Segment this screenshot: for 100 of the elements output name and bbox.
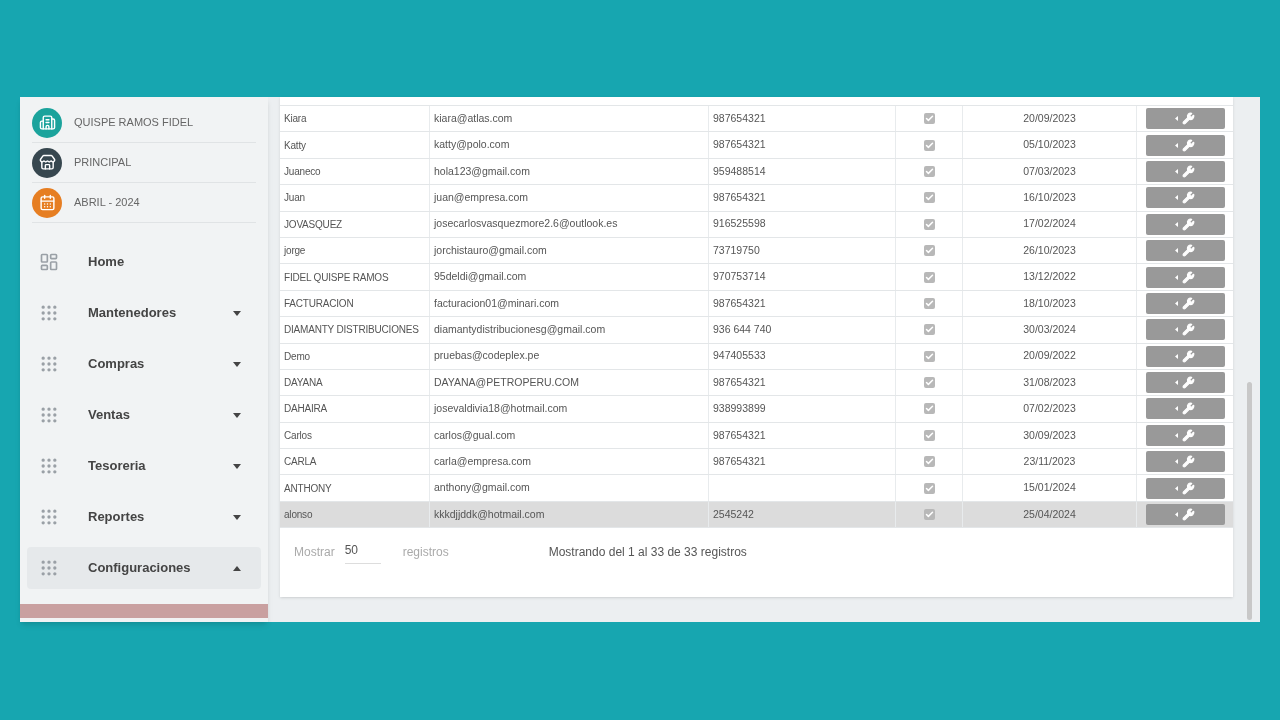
- table-cell: kkkdjjddk@hotmail.com: [430, 501, 709, 528]
- table-cell-text: 30/03/2024: [1023, 321, 1076, 337]
- table-row[interactable]: Juaneco hola123@gmail.com 959488514 07/03/2023: [280, 158, 1233, 186]
- header-label: PRINCIPAL: [74, 155, 132, 171]
- options-button[interactable]: [1145, 292, 1225, 314]
- table-cell-text: 916525598: [713, 216, 766, 232]
- table-row[interactable]: Kiara kiara@atlas.com 987654321 20/09/2023: [280, 106, 1233, 133]
- table-cell: Juaneco: [280, 158, 430, 185]
- options-button[interactable]: [1145, 240, 1225, 262]
- caret-up-icon: [233, 565, 241, 571]
- grid-icon: [39, 303, 59, 323]
- table-cell: katty@polo.com: [430, 132, 709, 158]
- table-cell: CARLA: [280, 449, 430, 475]
- table-cell-text: 987654321: [713, 453, 766, 469]
- table-row[interactable]: FACTURACION facturacion01@minari.com 987654321 18/10/2023: [280, 290, 1233, 318]
- scrollbar[interactable]: [1247, 382, 1252, 620]
- grid-icon: [39, 456, 59, 476]
- options-button[interactable]: [1145, 398, 1225, 420]
- options-button[interactable]: [1145, 187, 1225, 209]
- table-cell: 970753714: [713, 269, 766, 285]
- sidebar-item[interactable]: Compras: [27, 343, 261, 385]
- grid-icon: [39, 558, 59, 578]
- wrench-icon: [1182, 191, 1195, 205]
- table-row[interactable]: DIAMANTY DISTRIBUCIONES diamantydistribucionesg@gmail.com 936 644 740 30/03/2024: [280, 317, 1233, 344]
- table-cell-text: 30/09/2023: [1023, 427, 1076, 443]
- table-row[interactable]: Carlos carlos@gual.com 987654321 30/09/2023: [280, 422, 1233, 450]
- menu-label: Configuraciones: [88, 559, 192, 578]
- menu-label: Compras: [88, 355, 146, 374]
- sidebar-item[interactable]: Configuraciones: [27, 547, 261, 589]
- table-row[interactable]: DAYANA DAYANA@PETROPERU.COM 987654321 31/08/2023: [280, 369, 1233, 397]
- sidebar-item[interactable]: Home: [27, 241, 261, 283]
- table-row[interactable]: FIDEL QUISPE RAMOS 95deldi@gmail.com 970753714 13/12/2022: [280, 264, 1233, 291]
- table-cell: FACTURACION: [280, 290, 430, 317]
- header-label: ABRIL - 2024: [74, 195, 140, 211]
- sidebar-item[interactable]: Reportes: [27, 496, 261, 538]
- wrench-icon: [1182, 164, 1195, 178]
- table-cell: facturacion01@minari.com: [430, 290, 709, 317]
- options-button[interactable]: [1145, 213, 1225, 235]
- caret-down-icon: [233, 514, 241, 520]
- table-row[interactable]: alonso kkkdjjddk@hotmail.com 2545242 25/04/2024: [280, 501, 1233, 529]
- grid-icon: [39, 354, 59, 374]
- wrench-icon: [1182, 112, 1195, 126]
- options-button[interactable]: [1145, 477, 1225, 499]
- sidebar-item[interactable]: Mantenedores: [27, 292, 261, 334]
- table-row[interactable]: ANTHONY anthony@gmail.com 15/01/2024: [280, 475, 1233, 502]
- options-button[interactable]: [1145, 108, 1225, 130]
- table-cell: carla@empresa.com: [430, 449, 709, 475]
- options-button[interactable]: [1145, 319, 1225, 341]
- table-row[interactable]: Demo pruebas@codeplex.pe 947405533 20/09/2022: [280, 343, 1233, 370]
- caret-left-icon: [1175, 300, 1178, 306]
- table-row[interactable]: DAHAIRA josevaldivia18@hotmail.com 938993899 07/02/2023: [280, 396, 1233, 423]
- options-button[interactable]: [1145, 266, 1225, 288]
- options-button[interactable]: [1145, 160, 1225, 182]
- table-cell: Kiara: [280, 106, 430, 132]
- caret-left-icon: [1175, 406, 1178, 412]
- options-button[interactable]: [1145, 134, 1225, 156]
- menu-label: Tesoreria: [88, 457, 147, 476]
- table-cell-text: 987654321: [713, 295, 766, 311]
- table-row[interactable]: Juan juan@empresa.com 987654321 16/10/2023: [280, 185, 1233, 212]
- table-row[interactable]: Katty katty@polo.com 987654321 05/10/2023: [280, 132, 1233, 159]
- page-size-select[interactable]: 50: [344, 540, 381, 564]
- options-button[interactable]: [1145, 372, 1225, 394]
- options-button[interactable]: [1145, 504, 1225, 526]
- table-cell: DAYANA@PETROPERU.COM: [430, 369, 709, 396]
- table-cell: alonso: [280, 501, 430, 528]
- table-cell: Juan: [280, 185, 430, 211]
- dashboard-icon: [39, 252, 59, 272]
- table-cell-text: 936 644 740: [713, 321, 772, 337]
- table-cell-text: 17/02/2024: [1023, 216, 1076, 232]
- sidebar-item[interactable]: Tesoreria: [27, 445, 261, 487]
- table-cell: pruebas@codeplex.pe: [430, 343, 709, 369]
- wrench-icon: [1182, 296, 1195, 310]
- table-cell-text: 07/03/2023: [1023, 163, 1076, 179]
- table-cell-text: 15/01/2024: [1023, 480, 1076, 496]
- table-cell: jorge: [280, 237, 430, 264]
- table-row[interactable]: JOVASQUEZ josecarlosvasquezmore2.6@outlook.es 916525598 17/02/2024: [280, 211, 1233, 238]
- table-cell-text: 26/10/2023: [1023, 242, 1076, 258]
- wrench-icon: [1182, 244, 1195, 258]
- caret-left-icon: [1175, 485, 1178, 491]
- table-cell: 13/12/2022: [1023, 269, 1076, 285]
- options-button[interactable]: [1145, 424, 1225, 446]
- wrench-icon: [1182, 217, 1195, 231]
- options-button[interactable]: [1145, 451, 1225, 473]
- menu-label: Ventas: [88, 406, 131, 425]
- caret-left-icon: [1175, 353, 1178, 359]
- table-row[interactable]: jorge jorchistauro@gmail.com 73719750 26/10/2023: [280, 237, 1233, 265]
- sidebar-item[interactable]: Ventas: [27, 394, 261, 436]
- records-label: registros: [402, 544, 449, 562]
- table-row[interactable]: CARLA carla@empresa.com 987654321 23/11/2023: [280, 449, 1233, 476]
- table-cell: Katty: [280, 132, 430, 158]
- table-cell: 05/10/2023: [1023, 137, 1076, 153]
- header-label: QUISPE RAMOS FIDEL: [74, 115, 194, 131]
- wrench-icon: [1182, 428, 1195, 442]
- caret-left-icon: [1175, 221, 1178, 227]
- options-button[interactable]: [1145, 345, 1225, 367]
- table-cell: 07/02/2023: [1023, 401, 1076, 417]
- wrench-icon: [1182, 323, 1195, 337]
- table-cell-text: 18/10/2023: [1023, 295, 1076, 311]
- table-cell: ANTHONY: [280, 475, 430, 501]
- caret-down-icon: [233, 310, 241, 316]
